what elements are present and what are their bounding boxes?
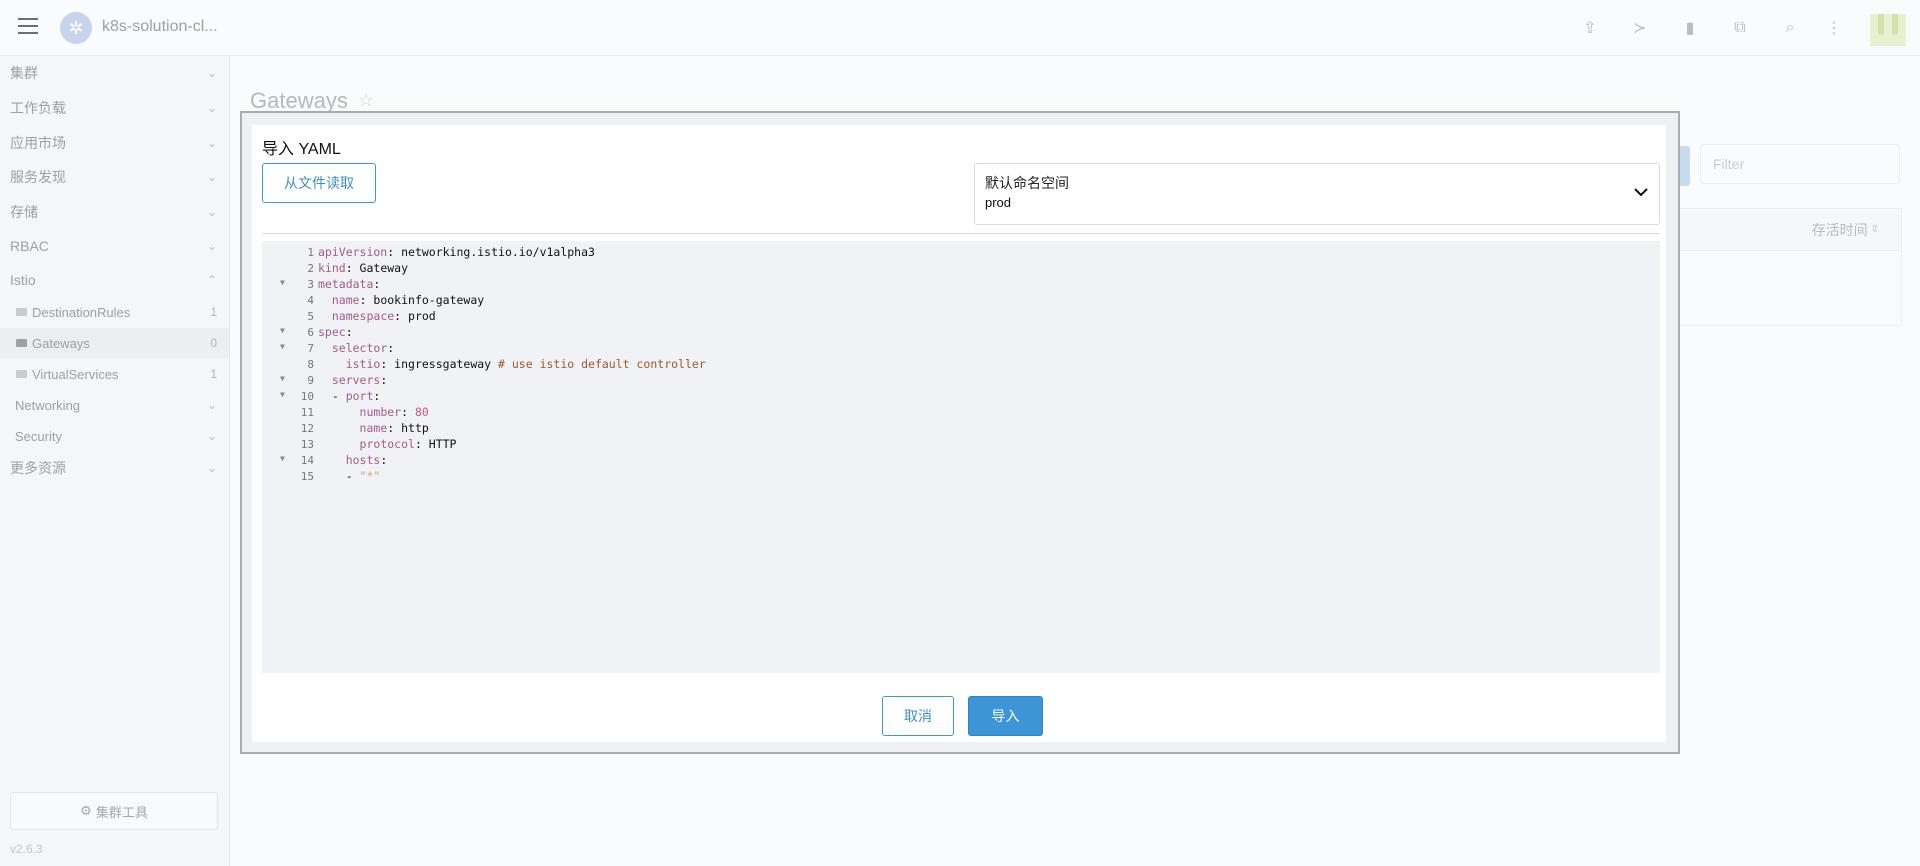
chevron-up-icon: ⌃ [206, 273, 217, 287]
code-line: 1 apiVersion: networking.istio.io/v1alpha… [307, 245, 595, 259]
code-line: ▼ 10 - port: [280, 389, 381, 403]
namespace-label: 默认命名空间 [985, 175, 1069, 191]
code-line: 5 namespace: prod [307, 309, 436, 323]
import-button[interactable]: 导入 [968, 696, 1043, 736]
fold-arrow-icon[interactable]: ▼ [280, 390, 285, 399]
code-line: 4 name: bookinfo-gateway [307, 293, 485, 307]
modal-title: 导入 YAML [262, 141, 341, 158]
sidebar: 集群 ⌄ 工作负载 ⌄ 应用市场 ⌄ 服务发现 ⌄ 存储 ⌄ RBAC ⌄ Istio ⌃ D… [0, 56, 230, 866]
sidebar-item-gateways[interactable]: Gateways 0 [0, 328, 229, 358]
code-line: 15 - "*" [300, 469, 381, 483]
namespace-value: prod [985, 195, 1012, 210]
star-icon[interactable]: ☆ [358, 90, 374, 111]
copy-icon[interactable]: ⧉ [1728, 16, 1752, 40]
chevron-down-icon: ⌄ [206, 398, 217, 412]
chevron-down-icon [1634, 188, 1648, 197]
sidebar-item-service-discovery[interactable]: 服务发现 ⌄ [0, 162, 229, 192]
sidebar-item-virtualservices[interactable]: VirtualServices 1 [0, 359, 229, 389]
code-line: ▼ 3 metadata: [280, 277, 381, 291]
sidebar-item-workloads[interactable]: 工作负载 ⌄ [0, 93, 229, 123]
filter-input[interactable]: Filter [1700, 144, 1900, 184]
fold-arrow-icon[interactable]: ▼ [280, 278, 285, 287]
read-from-file-button[interactable]: 从文件读取 [262, 163, 376, 203]
top-header: ✲ k8s-solution-cl... ⇪ ≻ ▮ ⧉ ⌕ ⋮ [0, 0, 1920, 56]
namespace-select[interactable]: 默认命名空间 prod [974, 163, 1660, 225]
code-line: ▼ 14 hosts: [280, 453, 388, 467]
fold-arrow-icon[interactable]: ▼ [280, 342, 285, 351]
sidebar-item-security[interactable]: Security ⌄ [0, 421, 229, 451]
modal-backdrop: 导入 YAML 从文件读取 默认命名空间 prod 1 apiVersion: n… [240, 111, 1680, 754]
sidebar-item-more-resources[interactable]: 更多资源 ⌄ [0, 453, 229, 483]
code-line: 11 number: 80 [300, 405, 429, 419]
fold-arrow-icon[interactable]: ▼ [280, 326, 285, 335]
chevron-down-icon: ⌄ [206, 136, 217, 150]
gear-icon: ⚙ [80, 803, 92, 818]
yaml-editor[interactable]: 1 apiVersion: networking.istio.io/v1alpha… [262, 241, 1660, 673]
menu-icon[interactable] [18, 18, 38, 34]
code-line: ▼ 6 spec: [280, 325, 353, 339]
divider [262, 233, 1660, 234]
code-line: ▼ 7 selector: [280, 341, 395, 355]
fold-arrow-icon[interactable]: ▼ [280, 454, 285, 463]
sort-icon: ⇳ [1870, 224, 1879, 235]
resource-table: 存活时间 ⇳ [1674, 208, 1902, 326]
sidebar-item-networking[interactable]: Networking ⌄ [0, 390, 229, 420]
folder-icon [16, 370, 27, 378]
avatar[interactable] [1870, 14, 1906, 46]
chevron-down-icon: ⌄ [206, 239, 217, 253]
code-line: ▼ 9 servers: [280, 373, 388, 387]
sidebar-item-apps[interactable]: 应用市场 ⌄ [0, 128, 229, 158]
chevron-down-icon: ⌄ [206, 101, 217, 115]
sidebar-item-istio[interactable]: Istio ⌃ [0, 265, 229, 295]
code-line: 8 istio: ingressgateway # use istio defa… [307, 357, 706, 371]
chevron-down-icon: ⌄ [206, 205, 217, 219]
file-icon[interactable]: ▮ [1678, 16, 1702, 40]
kubernetes-logo: ✲ [60, 12, 92, 44]
import-yaml-modal: 导入 YAML 从文件读取 默认命名空间 prod 1 apiVersion: n… [252, 125, 1666, 742]
upload-icon[interactable]: ⇪ [1578, 16, 1602, 40]
terminal-icon[interactable]: ≻ [1628, 16, 1652, 40]
cluster-name[interactable]: k8s-solution-cl... [102, 18, 218, 36]
code-line: 12 name: http [300, 421, 429, 435]
code-line: 2 kind: Gateway [307, 261, 409, 275]
table-header-age[interactable]: 存活时间 ⇳ [1675, 209, 1901, 251]
sidebar-item-destinationrules[interactable]: DestinationRules 1 [0, 297, 229, 327]
chevron-down-icon: ⌄ [206, 66, 217, 80]
fold-arrow-icon[interactable]: ▼ [280, 374, 285, 383]
version-label: v2.6.3 [10, 842, 43, 856]
sidebar-item-rbac[interactable]: RBAC ⌄ [0, 231, 229, 261]
folder-icon [16, 339, 27, 347]
sidebar-item-cluster[interactable]: 集群 ⌄ [0, 58, 229, 88]
search-icon[interactable]: ⌕ [1778, 16, 1802, 40]
cluster-tools-button[interactable]: ⚙ 集群工具 [10, 792, 218, 830]
more-vertical-icon[interactable]: ⋮ [1822, 16, 1846, 40]
code-line: 13 protocol: HTTP [300, 437, 457, 451]
chevron-down-icon: ⌄ [206, 170, 217, 184]
chevron-down-icon: ⌄ [206, 461, 217, 475]
folder-icon [16, 308, 27, 316]
cancel-button[interactable]: 取消 [882, 696, 954, 736]
sidebar-item-storage[interactable]: 存储 ⌄ [0, 197, 229, 227]
chevron-down-icon: ⌄ [206, 429, 217, 443]
